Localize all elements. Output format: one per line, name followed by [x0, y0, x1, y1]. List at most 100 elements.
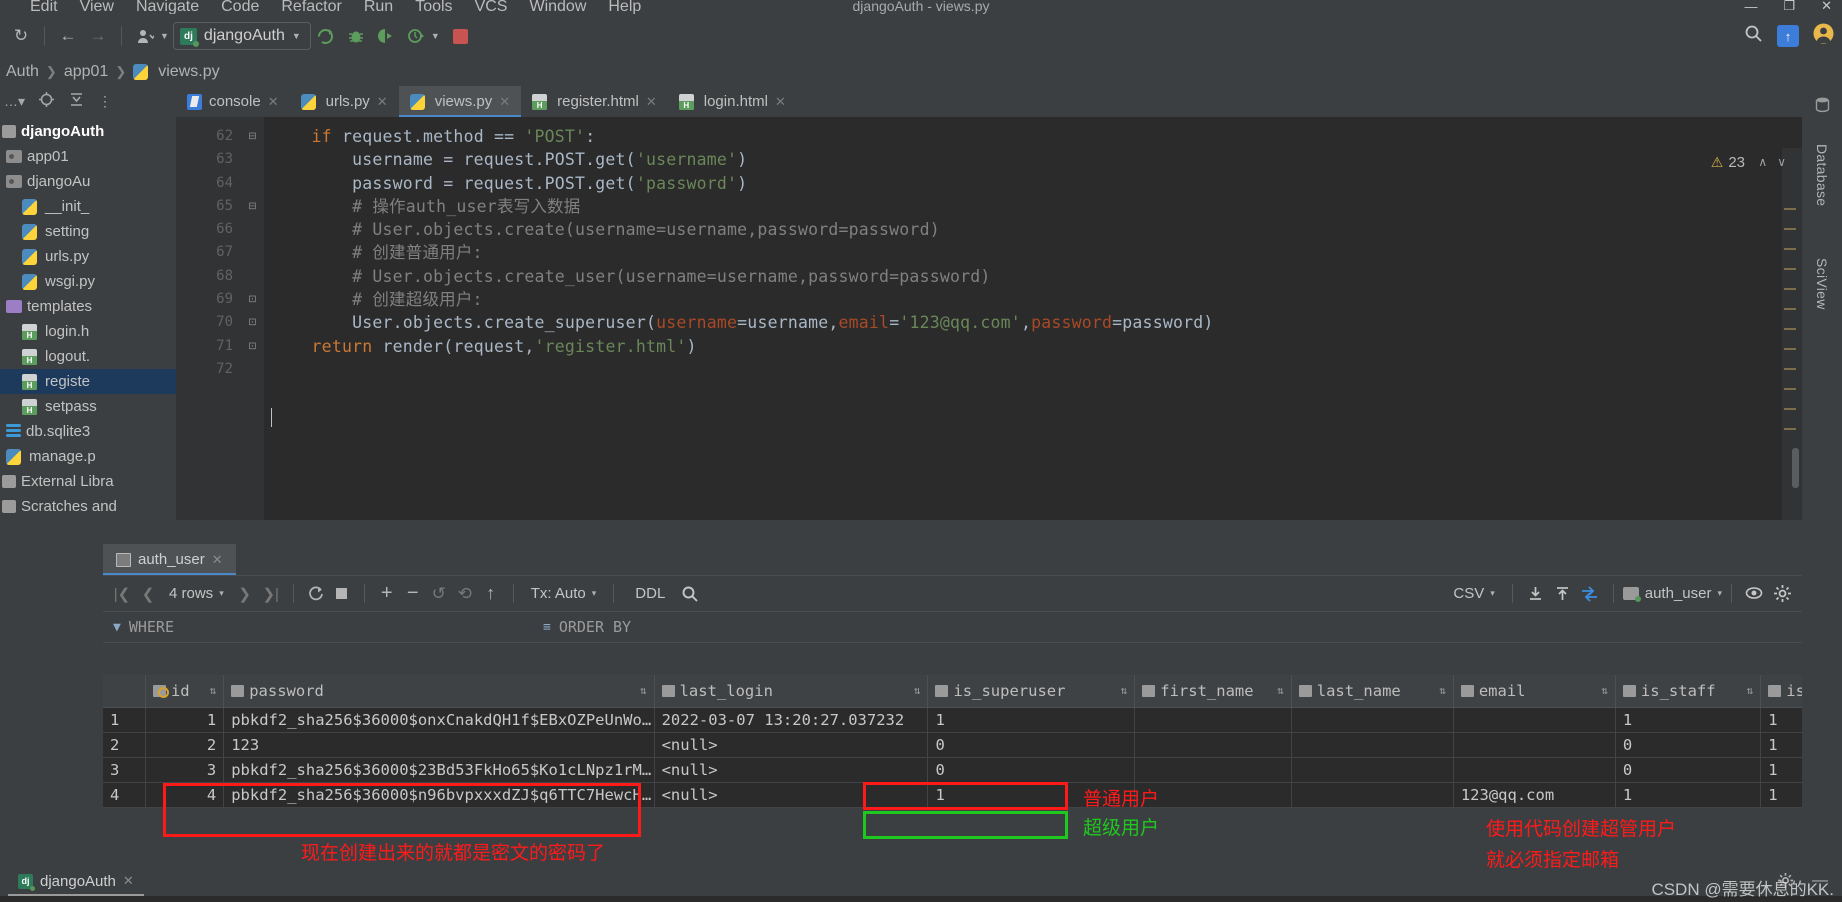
cell-is-staff[interactable]: 1: [1615, 782, 1762, 808]
tab-auth-user[interactable]: auth_user ✕: [103, 544, 236, 575]
project-dropdown-icon[interactable]: …▾: [4, 93, 25, 110]
where-filter[interactable]: ▼ WHERE: [103, 618, 533, 636]
sort-icon[interactable]: ⇅: [640, 684, 647, 697]
run-more-chevron-icon[interactable]: ▼: [431, 31, 440, 41]
locate-icon[interactable]: [38, 91, 55, 111]
compare-data-icon[interactable]: [1576, 581, 1604, 607]
column-header-id[interactable]: id ⇅: [145, 675, 225, 708]
export-format-selector[interactable]: CSV ▾: [1445, 585, 1502, 602]
menu-item-view[interactable]: View: [80, 0, 114, 14]
fold-marker[interactable]: [241, 218, 264, 241]
editor-tab-console[interactable]: console ✕: [176, 86, 290, 117]
row-number[interactable]: 3: [103, 757, 146, 783]
menu-item-navigate[interactable]: Navigate: [136, 0, 199, 14]
column-header-last_login[interactable]: last_login ⇅: [654, 675, 929, 708]
menu-item-window[interactable]: Window: [529, 0, 586, 14]
close-icon[interactable]: ✕: [212, 552, 223, 568]
cell-last-name[interactable]: [1291, 707, 1454, 733]
column-header-email[interactable]: email ⇅: [1453, 675, 1616, 708]
row-number[interactable]: 4: [103, 782, 146, 808]
run-coverage-icon[interactable]: [371, 21, 401, 51]
inspection-status[interactable]: ⚠ 23: [1711, 154, 1745, 171]
breadcrumb-item-2[interactable]: views.py: [158, 63, 219, 81]
sync-icon[interactable]: ↻: [6, 21, 36, 51]
tree-item-wsgipy[interactable]: wsgi.py: [0, 269, 176, 294]
editor-scrollbar-thumb[interactable]: [1792, 448, 1799, 488]
sidebar-settings-icon[interactable]: ⋮: [98, 93, 112, 110]
cell-last-name[interactable]: [1291, 757, 1454, 783]
avatar[interactable]: [1813, 23, 1834, 49]
tree-item-loginh[interactable]: login.h: [0, 319, 176, 344]
editor-tab-loginhtml[interactable]: login.html ✕: [668, 86, 797, 117]
refresh-icon[interactable]: [303, 581, 329, 607]
menu-item-run[interactable]: Run: [364, 0, 393, 14]
sort-icon[interactable]: ⇅: [914, 684, 921, 697]
chevron-down-icon[interactable]: ▾: [219, 588, 224, 599]
view-options-icon[interactable]: [1741, 581, 1769, 607]
window-controls[interactable]: — ❐ ✕: [1744, 0, 1832, 14]
cell-email[interactable]: [1453, 732, 1616, 758]
cell-first-name[interactable]: [1134, 732, 1292, 758]
profile-run-icon[interactable]: [401, 21, 431, 51]
filter-bar[interactable]: ▼ WHERE ≡ ORDER BY: [103, 611, 1802, 643]
fold-marker[interactable]: [241, 172, 264, 195]
menu-item-tools[interactable]: Tools: [415, 0, 452, 14]
cell-is-active[interactable]: 1: [1760, 757, 1802, 783]
chevron-down-icon[interactable]: ▾: [592, 588, 597, 599]
profile-chevron-down-icon[interactable]: ▼: [160, 31, 169, 41]
chevron-down-icon[interactable]: ▾: [1490, 588, 1495, 599]
table-row[interactable]: 1 1 pbkdf2_sha256$36000$onxCnakdQH1f$EBxOZ…: [103, 707, 1802, 733]
database-rail-icon[interactable]: [1814, 96, 1831, 118]
cell-is-active[interactable]: 1: [1760, 707, 1802, 733]
table-row[interactable]: 4 4 pbkdf2_sha256$36000$n96bvpxxxdZJ$q6TTC…: [103, 782, 1802, 808]
cell-last-login[interactable]: <null>: [654, 782, 929, 808]
prev-page-button[interactable]: ❮: [135, 581, 161, 607]
project-tree[interactable]: djangoAuth app01 djangoAu __init_ setting url…: [0, 116, 176, 519]
code-area[interactable]: 62 63 64 65 66 67 68 69 70 71 72 ⊟ ⊟ ⊡ ⊡ ⊡ if request.…: [176, 117, 1802, 520]
cell-email[interactable]: [1453, 707, 1616, 733]
fold-marker[interactable]: [241, 358, 264, 381]
ddl-button[interactable]: DDL: [623, 585, 677, 602]
code-folding-column[interactable]: ⊟ ⊟ ⊡ ⊡ ⊡: [241, 117, 264, 520]
menu-item-code[interactable]: Code: [221, 0, 259, 14]
menu-item-refactor[interactable]: Refactor: [281, 0, 341, 14]
forward-icon[interactable]: →: [83, 21, 113, 51]
breadcrumb-item-0[interactable]: Auth: [2, 63, 39, 81]
menu-item-help[interactable]: Help: [608, 0, 641, 14]
cell-is-staff[interactable]: 0: [1615, 757, 1762, 783]
export-data-icon[interactable]: [1522, 581, 1549, 607]
cell-last-login[interactable]: <null>: [654, 757, 929, 783]
table-body[interactable]: 1 1 pbkdf2_sha256$36000$onxCnakdQH1f$EBxOZ…: [103, 707, 1802, 808]
tree-item-setting[interactable]: setting: [0, 219, 176, 244]
column-header-last_name[interactable]: last_name ⇅: [1291, 675, 1454, 708]
sort-icon[interactable]: ⇅: [1121, 684, 1128, 697]
menu-item-edit[interactable]: Edit: [30, 0, 58, 14]
column-header-is_superuser[interactable]: is_superuser ⇅: [927, 675, 1136, 708]
order-by-filter[interactable]: ≡ ORDER BY: [533, 618, 631, 636]
inspection-nav[interactable]: ∧ ∨: [1758, 155, 1786, 169]
maximize-icon[interactable]: ❐: [1783, 0, 1795, 14]
close-icon[interactable]: ✕: [123, 873, 134, 889]
cell-last-name[interactable]: [1291, 782, 1454, 808]
fold-marker[interactable]: [241, 241, 264, 264]
code-line[interactable]: # User.objects.create(username=username,…: [271, 218, 1802, 241]
revert-icon[interactable]: ↺: [426, 581, 452, 607]
code-line[interactable]: if request.method == 'POST':: [271, 125, 1802, 148]
sort-icon[interactable]: ⇅: [1747, 684, 1754, 697]
sort-icon[interactable]: ⇅: [210, 684, 217, 697]
run-configuration-selector[interactable]: dj djangoAuth ▼: [172, 22, 311, 50]
cell-is-active[interactable]: 1: [1760, 782, 1802, 808]
code-lines[interactable]: if request.method == 'POST': username = …: [271, 125, 1802, 381]
code-line[interactable]: username = request.POST.get('username'): [271, 148, 1802, 171]
fold-marker[interactable]: ⊟: [241, 195, 264, 218]
import-data-icon[interactable]: [1549, 581, 1576, 607]
cell-is-active[interactable]: 1: [1760, 732, 1802, 758]
tree-item-app01[interactable]: app01: [0, 144, 176, 169]
fold-marker[interactable]: ⊡: [241, 335, 264, 358]
fold-marker[interactable]: ⊡: [241, 288, 264, 311]
code-line[interactable]: return render(request,'register.html'): [271, 335, 1802, 358]
debug-icon[interactable]: [341, 21, 371, 51]
next-page-button[interactable]: ❯: [232, 581, 258, 607]
run-icon[interactable]: [311, 21, 341, 51]
editor-markers-gutter[interactable]: [1782, 148, 1802, 520]
